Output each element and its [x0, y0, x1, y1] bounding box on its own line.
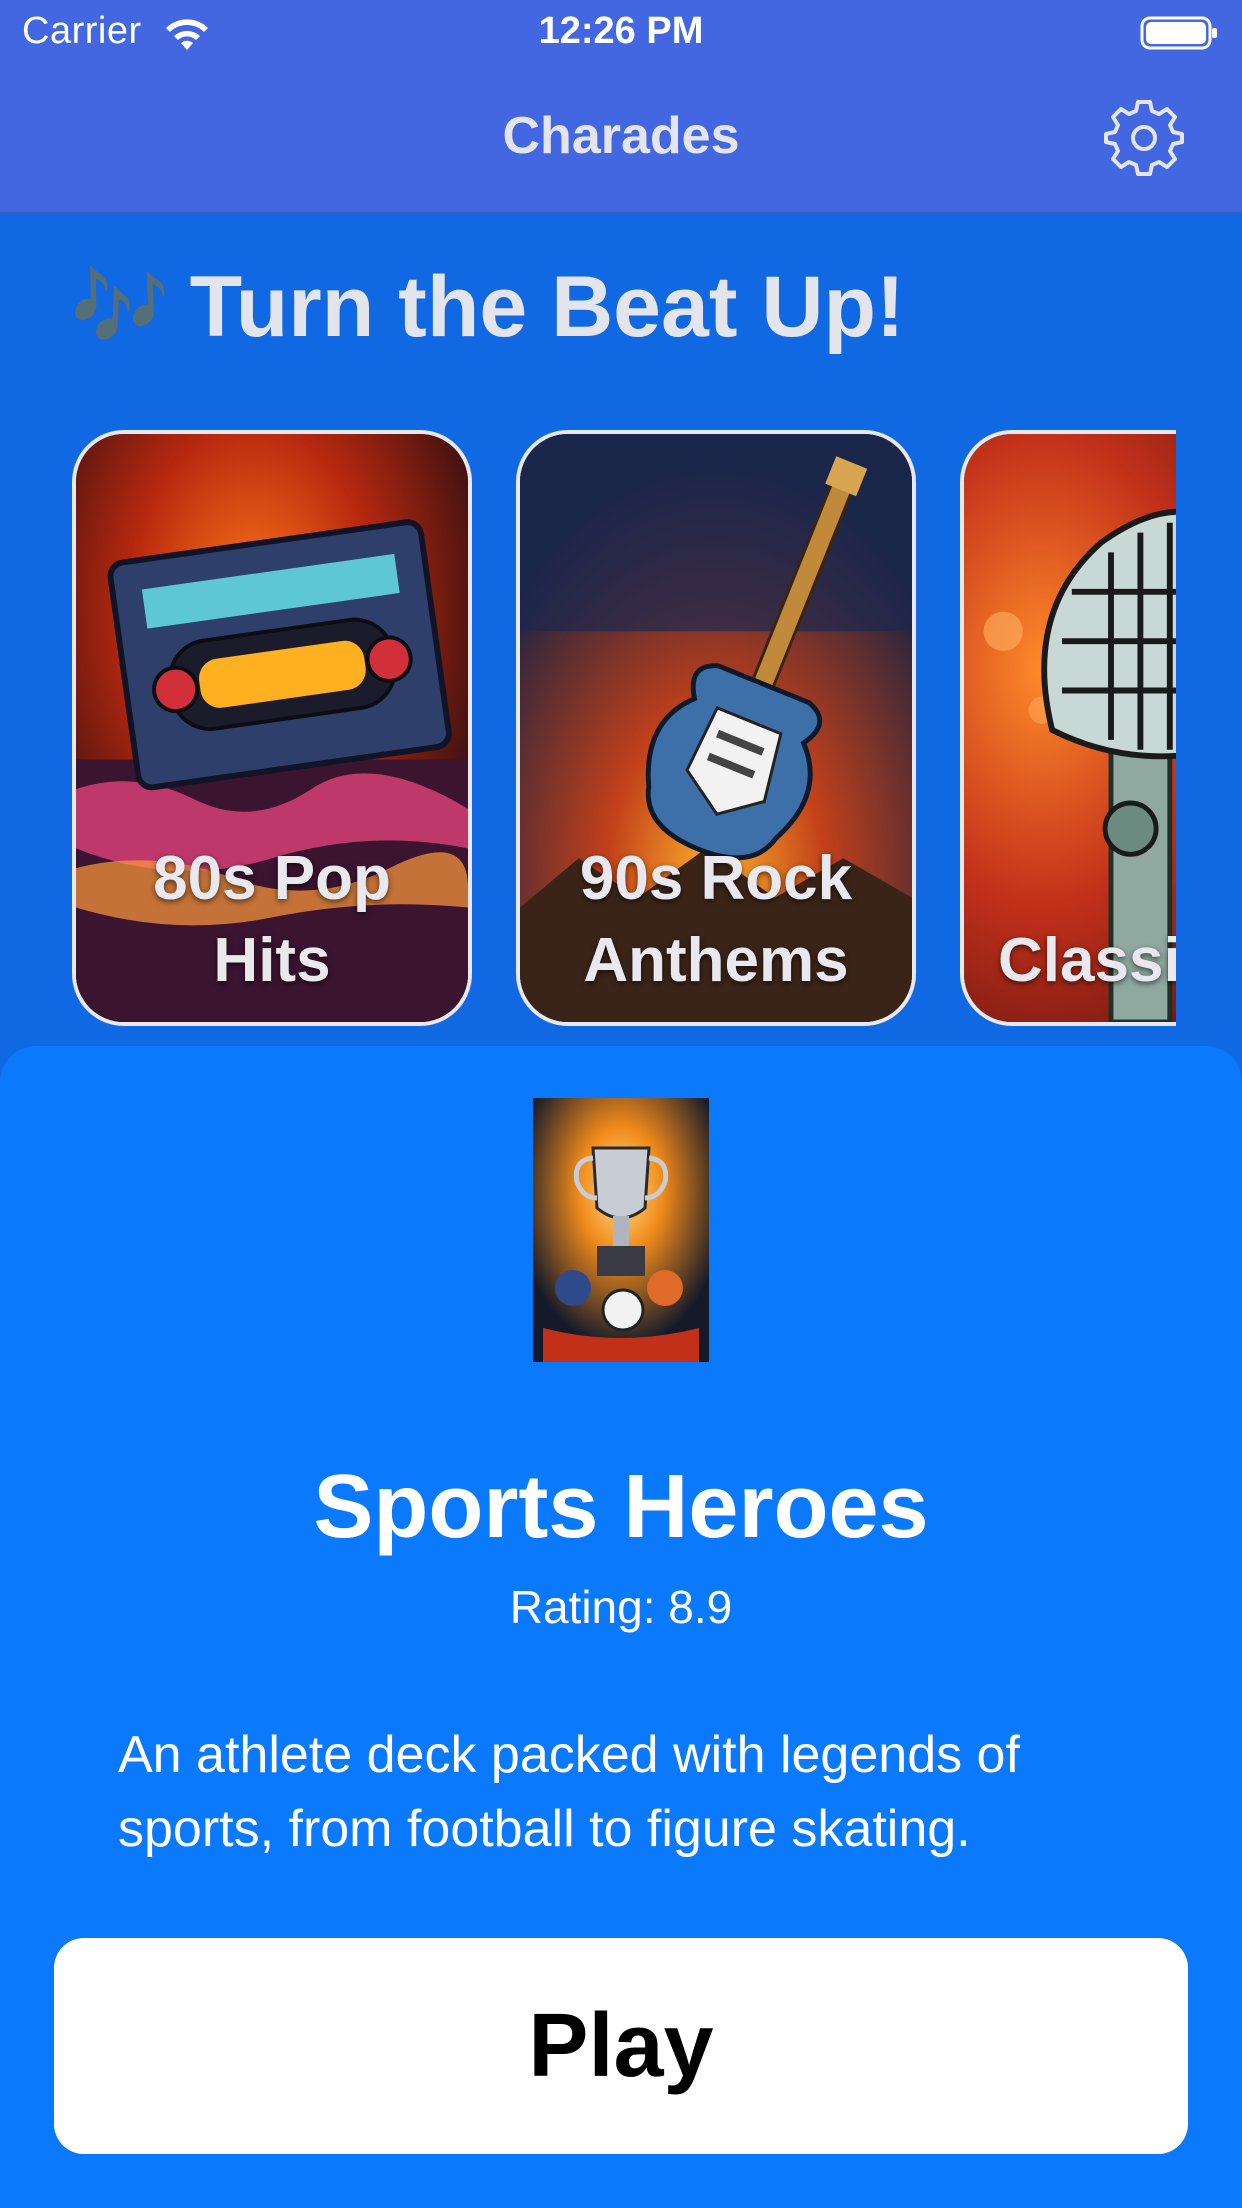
status-bar: Carrier 12:26 PM [0, 0, 1242, 66]
trophy-image [533, 1098, 709, 1362]
category-card[interactable]: 90s Rock Anthems [516, 430, 916, 1026]
status-time: 12:26 PM [538, 10, 704, 52]
category-card-label: 90s Rock Anthems [579, 844, 853, 995]
deck-detail-sheet: Sports Heroes Rating: 8.9 An athlete dec… [0, 1046, 1242, 2208]
music-notes-icon: 🎶 [70, 262, 170, 351]
battery-icon [1140, 16, 1217, 50]
navigation-bar: Charades [0, 66, 1242, 214]
category-card-label: 80s Pop Hits [153, 844, 391, 995]
section-title-text: Turn the Beat Up! [189, 259, 905, 355]
category-card[interactable]: Classic Jazz T [960, 430, 1176, 1026]
category-carousel[interactable]: 80s Pop Hits 90s Rock Anthems Class [72, 428, 1176, 1032]
deck-description: An athlete deck packed with legends of s… [118, 1726, 1020, 1858]
deck-title: Sports Heroes [313, 1457, 929, 1557]
nav-title: Charades [502, 107, 740, 165]
app-screen: Carrier 12:26 PM Charades 🎶 Turn the Beat… [0, 0, 1242, 2208]
category-card[interactable]: 80s Pop Hits [72, 430, 472, 1026]
section-title: 🎶 Turn the Beat Up! [70, 258, 905, 357]
deck-rating: Rating: 8.9 [509, 1581, 733, 1633]
gear-icon[interactable] [1104, 98, 1184, 178]
play-button[interactable]: Play [54, 1938, 1188, 2154]
category-card-label: Classic Jazz T [998, 926, 1176, 995]
